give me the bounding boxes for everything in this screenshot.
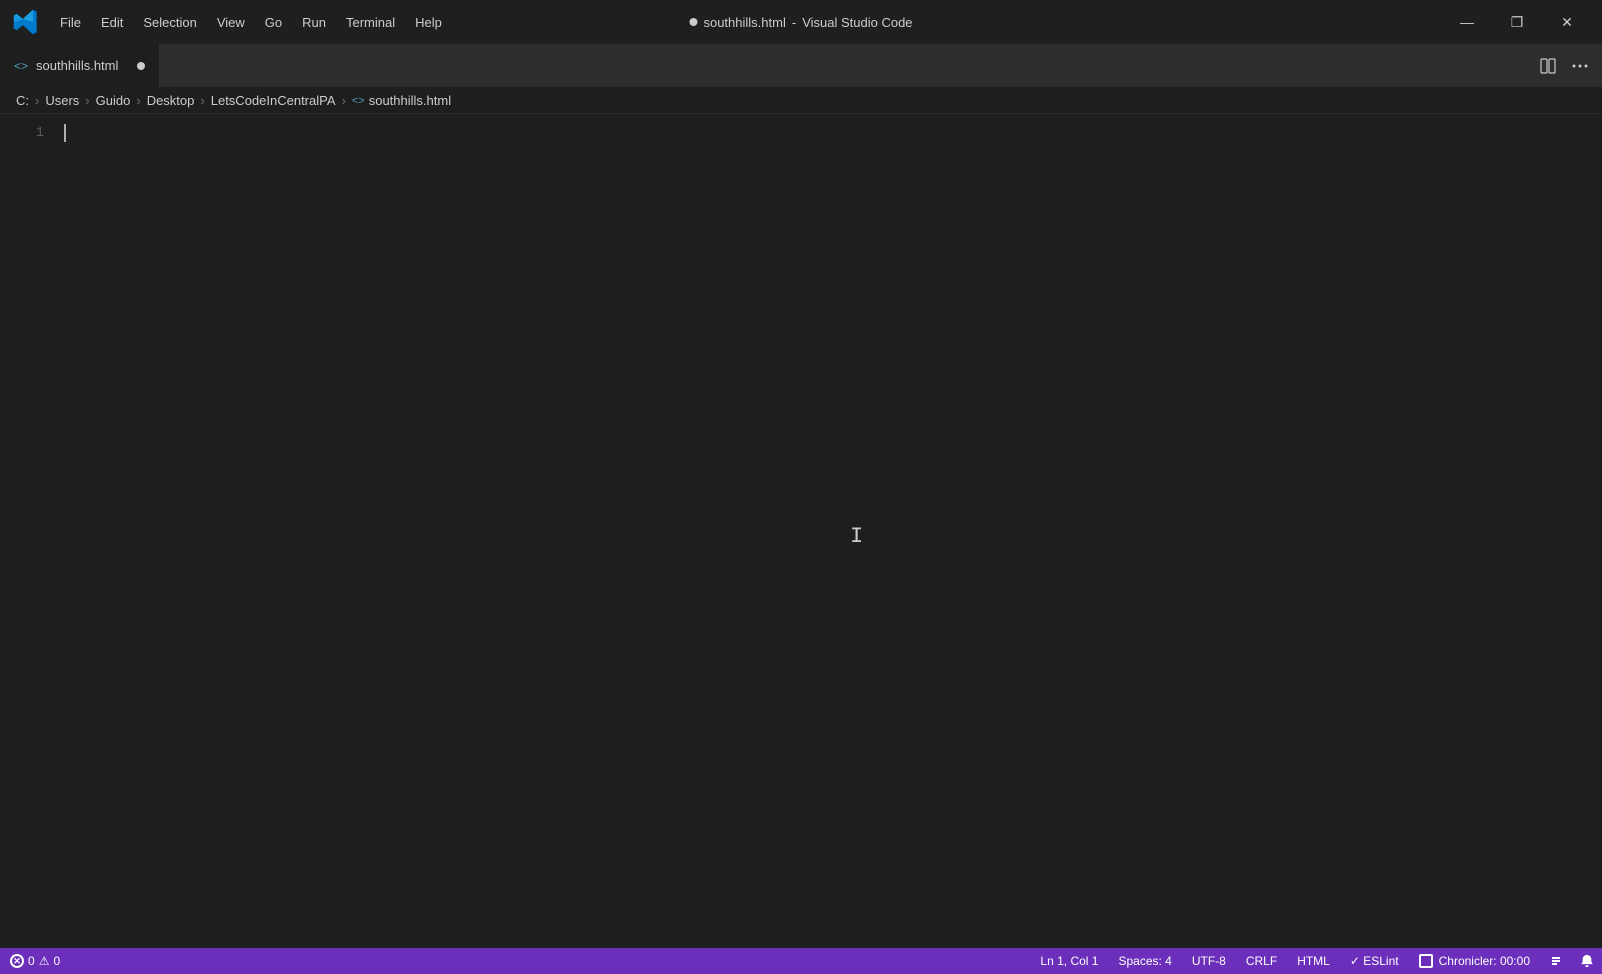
breadcrumb-filename[interactable]: southhills.html — [369, 93, 451, 108]
editor-area[interactable]: 1 I — [0, 114, 1602, 948]
close-button[interactable]: ✕ — [1544, 6, 1590, 38]
breadcrumb: C: › Users › Guido › Desktop › LetsCodeI… — [0, 88, 1602, 114]
window-title-app: Visual Studio Code — [802, 15, 912, 30]
mouse-cursor: I — [850, 524, 863, 549]
breadcrumb-guido[interactable]: Guido — [96, 93, 131, 108]
breadcrumb-c[interactable]: C: — [16, 93, 29, 108]
status-spaces[interactable]: Spaces: 4 — [1108, 948, 1181, 974]
modified-dot — [689, 18, 697, 26]
status-remote-icon[interactable] — [1540, 948, 1572, 974]
menu-run[interactable]: Run — [292, 11, 336, 34]
split-editor-button[interactable] — [1534, 52, 1562, 80]
line-number-1: 1 — [0, 122, 44, 144]
status-bar: ✕ 0 ⚠ 0 Ln 1, Col 1 Spaces: 4 UTF-8 CRLF… — [0, 948, 1602, 974]
spaces-label: Spaces: 4 — [1118, 954, 1171, 968]
tab-filename: southhills.html — [36, 58, 118, 73]
chronicler-icon — [1419, 954, 1433, 968]
cursor-position: Ln 1, Col 1 — [1040, 954, 1098, 968]
tab-bar: <> southhills.html — [0, 44, 1602, 88]
tab-southhills[interactable]: <> southhills.html — [0, 44, 160, 87]
status-language[interactable]: HTML — [1287, 948, 1340, 974]
breadcrumb-users[interactable]: Users — [45, 93, 79, 108]
status-encoding[interactable]: UTF-8 — [1182, 948, 1236, 974]
error-icon: ✕ — [10, 954, 24, 968]
minimize-button[interactable]: — — [1444, 6, 1490, 38]
status-notification-bell[interactable] — [1572, 948, 1602, 974]
title-bar: File Edit Selection View Go Run Terminal… — [0, 0, 1602, 44]
maximize-button[interactable]: ❐ — [1494, 6, 1540, 38]
line-numbers: 1 — [0, 114, 60, 948]
window-title: southhills.html - Visual Studio Code — [689, 15, 912, 30]
tab-file-icon: <> — [14, 59, 28, 73]
tab-modified-dot — [137, 62, 145, 70]
menu-help[interactable]: Help — [405, 11, 452, 34]
status-chronicler[interactable]: Chronicler: 00:00 — [1409, 948, 1540, 974]
menu-view[interactable]: View — [207, 11, 255, 34]
encoding-label: UTF-8 — [1192, 954, 1226, 968]
status-right: Ln 1, Col 1 Spaces: 4 UTF-8 CRLF HTML ✓ … — [1030, 948, 1602, 974]
window-title-text: southhills.html — [703, 15, 785, 30]
menu-edit[interactable]: Edit — [91, 11, 133, 34]
status-line-ending[interactable]: CRLF — [1236, 948, 1287, 974]
status-left: ✕ 0 ⚠ 0 — [0, 948, 70, 974]
status-position[interactable]: Ln 1, Col 1 — [1030, 948, 1108, 974]
menu-go[interactable]: Go — [255, 11, 292, 34]
vscode-logo — [12, 8, 40, 36]
menu-terminal[interactable]: Terminal — [336, 11, 405, 34]
menu-selection[interactable]: Selection — [133, 11, 206, 34]
window-title-separator: - — [792, 15, 796, 30]
window-controls: — ❐ ✕ — [1444, 6, 1590, 38]
chronicler-label: Chronicler: 00:00 — [1439, 954, 1530, 968]
editor-content[interactable]: I — [60, 114, 1602, 948]
breadcrumb-letscode[interactable]: LetsCodeInCentralPA — [211, 93, 336, 108]
status-errors[interactable]: ✕ 0 ⚠ 0 — [0, 948, 70, 974]
breadcrumb-desktop[interactable]: Desktop — [147, 93, 195, 108]
eslint-label: ✓ ESLint — [1350, 954, 1399, 968]
status-eslint[interactable]: ✓ ESLint — [1340, 948, 1409, 974]
text-cursor — [64, 124, 66, 142]
tab-actions — [1526, 44, 1602, 87]
warning-count: 0 — [53, 954, 60, 968]
code-line-1 — [64, 122, 1602, 144]
error-count: 0 — [28, 954, 35, 968]
breadcrumb-file-icon: <> — [352, 95, 365, 107]
warning-icon: ⚠ — [39, 954, 50, 968]
more-actions-button[interactable] — [1566, 52, 1594, 80]
tab-spacer — [160, 44, 1526, 87]
line-ending-label: CRLF — [1246, 954, 1277, 968]
menu-file[interactable]: File — [50, 11, 91, 34]
language-label: HTML — [1297, 954, 1330, 968]
